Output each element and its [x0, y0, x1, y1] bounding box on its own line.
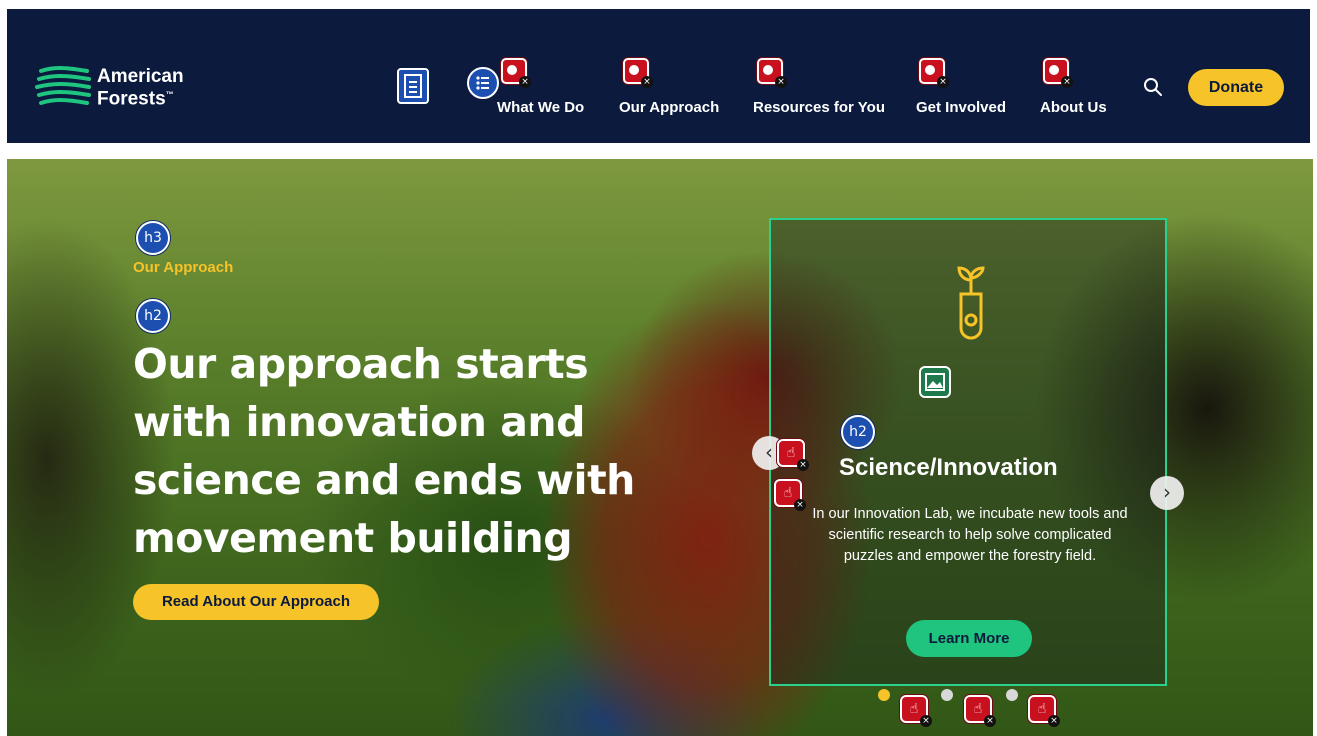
hero-title: Our approach starts with innovation and … [133, 340, 635, 562]
brand-name: American Forests™ [97, 65, 184, 110]
touch-target-badge-icon: ☝ × [900, 695, 932, 727]
nav-item-get-involved[interactable]: Get Involved [916, 99, 1006, 116]
learn-more-button[interactable]: Learn More [906, 620, 1032, 657]
nav-landmark-badge-icon [397, 68, 429, 104]
site-header: American Forests™ × × × × × What We Do O… [7, 9, 1310, 143]
brand-name-line2: Forests [97, 88, 166, 110]
tree-lines-icon [35, 66, 91, 105]
brand-logo[interactable]: American Forests™ [35, 65, 184, 111]
carousel-dot-1[interactable] [878, 689, 890, 701]
nav-item-what-we-do[interactable]: What We Do [497, 99, 584, 116]
nav-item-about-us[interactable]: About Us [1040, 99, 1107, 116]
error-badge-icon: × [757, 58, 787, 88]
hero-eyebrow: Our Approach [133, 259, 234, 276]
donate-button[interactable]: Donate [1188, 69, 1284, 106]
touch-target-badge-icon: ☝ × [1028, 695, 1060, 727]
sprout-test-tube-icon [957, 266, 985, 340]
error-badge-icon: × [1043, 58, 1073, 88]
heading-h2-badge-icon: h2 [841, 415, 875, 449]
heading-h3-badge-icon: h3 [136, 221, 170, 255]
trademark: ™ [165, 89, 174, 99]
touch-target-badge-icon: ☝ × [774, 479, 806, 511]
carousel-dot-2[interactable] [941, 689, 953, 701]
read-about-approach-button[interactable]: Read About Our Approach [133, 584, 379, 620]
hero-section: h3 Our Approach h2 Our approach starts w… [7, 159, 1313, 736]
carousel-dot-3[interactable] [1006, 689, 1018, 701]
card-description: In our Innovation Lab, we incubate new t… [812, 506, 1128, 564]
heading-h2-badge-icon: h2 [136, 299, 170, 333]
error-badge-icon: × [623, 58, 653, 88]
carousel-next-button[interactable]: › [1150, 476, 1184, 510]
nav-item-resources-for-you[interactable]: Resources for You [753, 99, 885, 116]
search-icon[interactable] [1142, 76, 1164, 98]
touch-target-badge-icon: ☝ × [964, 695, 996, 727]
nav-item-our-approach[interactable]: Our Approach [619, 99, 719, 116]
error-badge-icon: × [501, 58, 531, 88]
touch-target-badge-icon: ☝ × [777, 439, 809, 471]
brand-name-line1: American [97, 65, 184, 87]
image-badge-icon [919, 366, 951, 398]
feature-card: h2 Science/Innovation In our Innovation … [769, 218, 1167, 686]
card-title: Science/Innovation [839, 454, 1058, 481]
error-badge-icon: × [919, 58, 949, 88]
list-badge-icon [467, 67, 499, 99]
